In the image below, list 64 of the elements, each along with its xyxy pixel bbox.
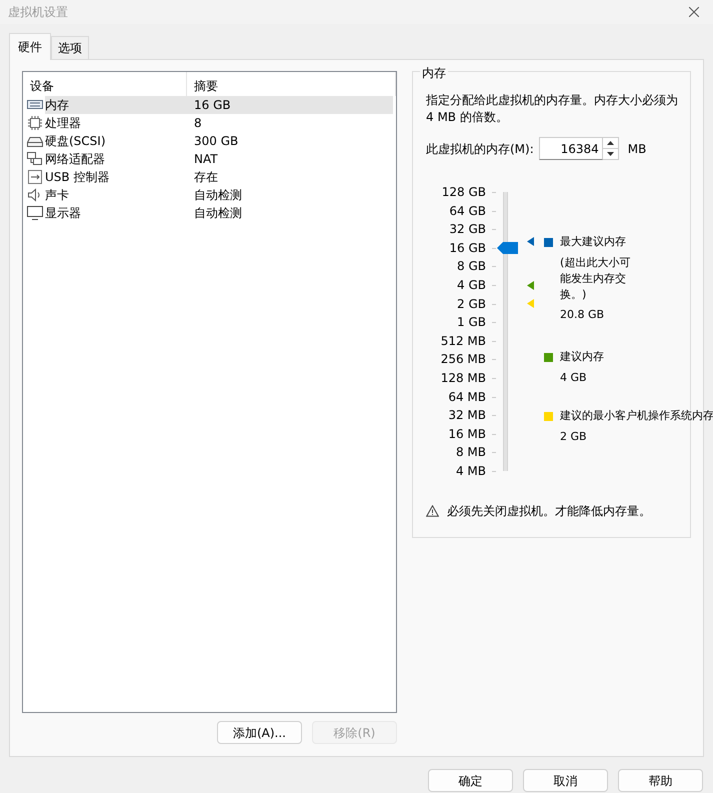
scale-label: 32 GB	[448, 221, 486, 238]
device-name: 网络适配器	[45, 151, 106, 168]
warning-icon	[426, 505, 439, 517]
scale-label: 128 MB	[440, 370, 486, 387]
up-arrow-icon[interactable]	[606, 141, 614, 146]
device-summary: 自动检测	[193, 187, 243, 204]
scale-label: 8 MB	[454, 444, 486, 462]
tab[interactable]: 硬件	[9, 33, 51, 60]
legend-label: 最大建议内存	[560, 234, 627, 250]
device-summary: NAT	[193, 151, 219, 168]
legend-value: 20.8 GB	[560, 306, 606, 322]
legend-value: 2 GB	[560, 428, 588, 444]
device-row[interactable]: 硬盘(SCSI) 300 GB	[23, 132, 396, 150]
slider-thumb[interactable]	[497, 242, 518, 254]
device-name: 内存	[45, 96, 187, 114]
usb-icon	[27, 169, 43, 185]
chip-icon	[27, 115, 43, 131]
description-text: 指定分配给此虚拟机的内存量。内存大小必须为 4 MB 的倍数。	[426, 92, 679, 126]
device-summary: 自动检测	[193, 205, 243, 222]
monitor-icon	[27, 205, 43, 221]
device-row[interactable]: 处理器 8	[23, 114, 396, 132]
legend-label: 建议内存	[560, 349, 604, 365]
scale-label: 64 GB	[448, 202, 486, 220]
scale-label: 64 MB	[447, 388, 486, 406]
device-name: 显示器	[45, 205, 82, 222]
ok-button[interactable]: 确定	[428, 769, 513, 792]
scale-label: 512 MB	[440, 332, 486, 350]
device-name: 处理器	[45, 115, 82, 132]
device-summary: 存在	[193, 169, 219, 186]
legend-note: (超出此大小可能发生内存交换。)	[560, 254, 632, 302]
warning-text: 必须先关闭虚拟机。才能降低内存量。	[447, 503, 651, 520]
device-summary: 300 GB	[193, 133, 240, 150]
device-row[interactable]: 显示器 自动检测	[23, 204, 396, 222]
field-label: 此虚拟机的内存(M):	[426, 140, 534, 158]
device-row[interactable]: 声卡 自动检测	[23, 186, 396, 204]
window-title: 虚拟机设置	[8, 4, 68, 21]
device-name: 硬盘(SCSI)	[45, 133, 107, 150]
device-name: 声卡	[45, 187, 70, 204]
help-button[interactable]: 帮助	[618, 769, 703, 792]
scale-label: 128 GB	[440, 184, 486, 201]
cancel-button[interactable]: 取消	[523, 769, 608, 792]
device-summary: 16 GB	[187, 96, 393, 114]
device-summary: 8	[193, 115, 203, 132]
scale-label: 1 GB	[456, 314, 486, 332]
scale-label: 4 MB	[454, 462, 486, 480]
unit-label: MB	[628, 140, 646, 158]
device-name: USB 控制器	[45, 169, 110, 186]
scale-label: 8 GB	[456, 258, 486, 276]
scale-label: 16 MB	[447, 426, 486, 443]
scale-label: 32 MB	[447, 407, 486, 424]
device-row[interactable]: 内存 16 GB	[23, 96, 396, 114]
add-button[interactable]: 添加(A)...	[217, 721, 302, 744]
network-icon	[27, 151, 43, 167]
down-arrow-icon[interactable]	[606, 152, 614, 156]
close-icon[interactable]	[689, 7, 699, 17]
scale-label: 2 GB	[456, 296, 486, 313]
legend-value: 4 GB	[560, 370, 588, 386]
memory-field[interactable]: 16384	[538, 137, 603, 160]
tab[interactable]: 选项	[51, 36, 89, 59]
scale-label: 256 MB	[440, 351, 486, 368]
device-row[interactable]: USB 控制器 存在	[23, 168, 396, 186]
scale-label: 16 GB	[448, 240, 486, 257]
scale-label: 4 GB	[456, 276, 486, 294]
device-row[interactable]: 网络适配器 NAT	[23, 150, 396, 168]
